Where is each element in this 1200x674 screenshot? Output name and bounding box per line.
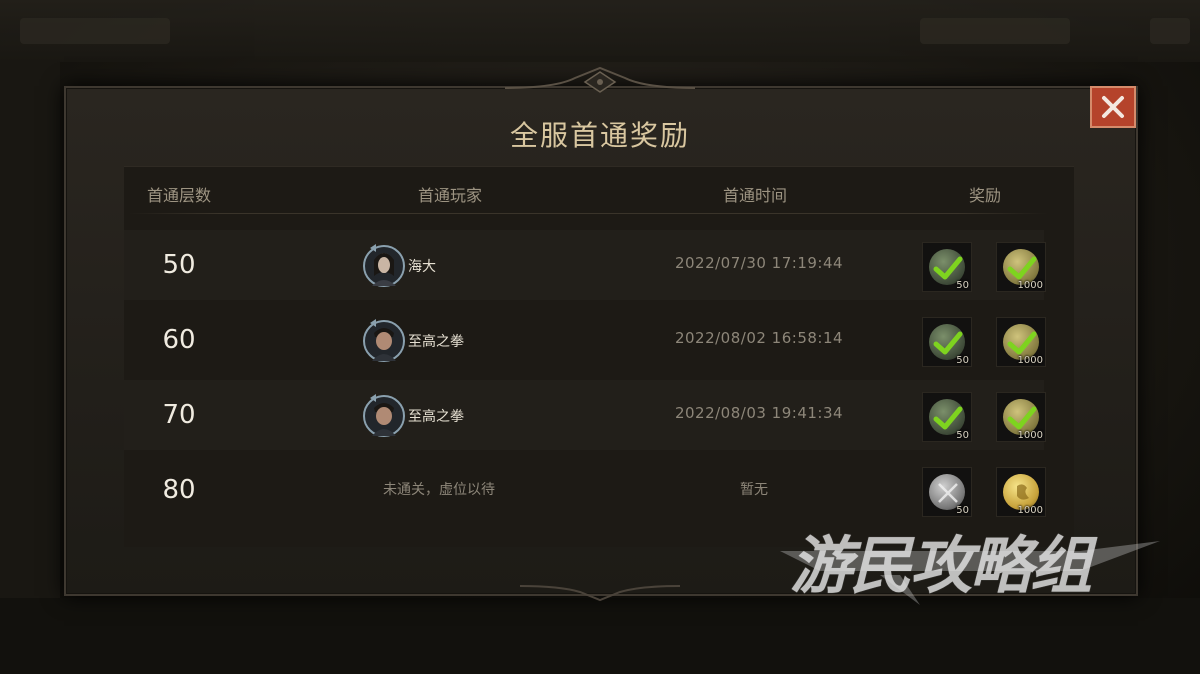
column-header-floor: 首通层数	[146, 186, 211, 205]
reward-item[interactable]: 1000	[996, 242, 1046, 292]
close-button[interactable]	[1090, 86, 1136, 128]
reward-item[interactable]: 50	[922, 242, 972, 292]
reward-count: 1000	[1017, 280, 1043, 291]
player-cell[interactable]: 至高之拳	[354, 390, 574, 442]
clear-time: 2022/08/02 16:58:14	[674, 329, 844, 347]
reward-count: 50	[956, 355, 969, 366]
dialog-title: 全服首通奖励	[509, 119, 690, 152]
player-name: 至高之拳	[408, 409, 464, 425]
background-left-strip	[0, 62, 60, 674]
header-divider	[128, 213, 1048, 214]
reward-item[interactable]: 50	[922, 467, 972, 517]
bottom-ornament	[520, 585, 680, 602]
reward-item[interactable]: 50	[922, 392, 972, 442]
reward-count: 50	[956, 430, 969, 441]
column-header-player: 首通玩家	[417, 186, 482, 205]
table-row: 60 至高之拳 2022/08/02 16:58:14 50 1000	[124, 305, 1046, 375]
watermark-text: 游民攻略组	[790, 529, 1092, 602]
player-avatar	[363, 319, 405, 362]
clear-time: 2022/08/03 19:41:34	[674, 404, 844, 422]
floor-value: 80	[162, 475, 196, 505]
top-ornament	[505, 66, 695, 93]
table-row: 70 至高之拳 2022/08/03 19:41:34 50 1000	[124, 380, 1046, 450]
floor-value: 60	[162, 325, 196, 355]
column-header-time: 首通时间	[722, 186, 787, 205]
player-avatar	[363, 244, 405, 287]
reward-count: 1000	[1017, 355, 1043, 366]
column-header-reward: 奖励	[968, 186, 1001, 205]
player-cell[interactable]: 至高之拳	[354, 315, 574, 367]
background-bottom-bar	[0, 598, 1200, 674]
reward-item[interactable]: 1000	[996, 317, 1046, 367]
floor-value: 70	[162, 400, 196, 430]
reward-count: 50	[956, 280, 969, 291]
player-placeholder: 未通关，虚位以待	[383, 482, 495, 498]
reward-item[interactable]: 50	[922, 317, 972, 367]
player-avatar	[363, 394, 405, 437]
background-top-bar	[0, 0, 1200, 62]
floor-value: 50	[162, 250, 196, 280]
reward-item[interactable]: 1000	[996, 392, 1046, 442]
table-row: 50 海大 2022/07/30 17:19:44 50 1000	[124, 230, 1046, 300]
player-name: 至高之拳	[408, 334, 464, 350]
reward-count: 1000	[1017, 430, 1043, 441]
player-name: 海大	[408, 259, 436, 275]
clear-time: 暂无	[740, 482, 768, 498]
player-cell[interactable]: 海大	[354, 240, 574, 292]
watermark: 游民攻略组	[780, 515, 1180, 605]
clear-time: 2022/07/30 17:19:44	[674, 254, 844, 272]
reward-item[interactable]: 1000	[996, 467, 1046, 517]
close-icon	[1102, 96, 1124, 118]
